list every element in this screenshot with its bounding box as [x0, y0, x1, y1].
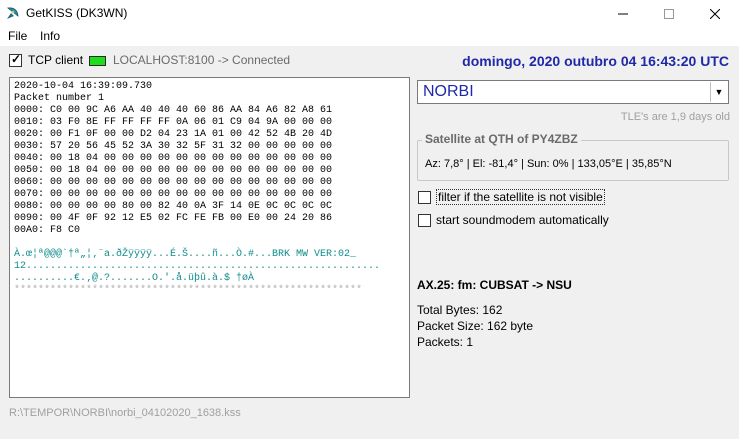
tcp-client-label[interactable]: TCP client — [28, 53, 83, 67]
hexdump-separator: ****************************************… — [14, 285, 363, 296]
minimize-button[interactable] — [600, 0, 646, 27]
qth-position-info: Az: 7,8° | El: -81,4° | Sun: 0% | 133,05… — [425, 158, 672, 170]
satellite-select-value: NORBI — [423, 83, 474, 100]
filter-visible-checkbox[interactable] — [418, 191, 431, 204]
maximize-icon — [664, 8, 674, 19]
filter-visible-label[interactable]: filter if the satellite is not visible — [436, 189, 605, 205]
close-icon — [710, 8, 720, 19]
soundmodem-checkbox[interactable] — [418, 214, 431, 227]
close-button[interactable] — [692, 0, 738, 27]
satellite-select[interactable]: NORBI ▼ — [417, 80, 729, 104]
connection-status-text: LOCALHOST:8100 -> Connected — [113, 53, 291, 67]
menu-file[interactable]: File — [8, 29, 27, 43]
window-title: GetKISS (DK3WN) — [26, 6, 128, 20]
menu-info[interactable]: Info — [40, 29, 60, 43]
total-bytes: Total Bytes: 162 — [417, 303, 503, 317]
hexdump-lines: 0000: C0 00 9C A6 AA 40 40 40 60 86 AA 8… — [14, 105, 333, 236]
packet-count: Packets: 1 — [417, 335, 474, 349]
chevron-down-icon[interactable]: ▼ — [710, 82, 727, 102]
packet-hexdump-panel[interactable]: 2020-10-04 16:39:09.730 Packet number 1 … — [9, 77, 410, 398]
menu-bar: File Info — [0, 27, 739, 46]
title-bar: GetKISS (DK3WN) — [0, 0, 739, 27]
utc-datetime: domingo, 2020 outubro 04 16:43:20 UTC — [462, 53, 729, 69]
minimize-icon — [618, 13, 628, 14]
qth-groupbox-title: Satellite at QTH of PY4ZBZ — [422, 132, 581, 146]
ax25-header: AX.25: fm: CUBSAT -> NSU — [417, 278, 572, 292]
maximize-button[interactable] — [646, 0, 692, 27]
log-file-path: R:\TEMPOR\NORBI\norbi_04102020_1638.kss — [9, 407, 241, 419]
satellite-dish-icon — [6, 7, 19, 19]
connection-status-led — [89, 56, 106, 66]
soundmodem-label[interactable]: start soundmodem automatically — [436, 213, 609, 227]
hexdump-header: 2020-10-04 16:39:09.730 Packet number 1 — [14, 81, 153, 104]
tle-age-text: TLE's are 1,9 days old — [620, 111, 730, 123]
tcp-client-checkbox[interactable] — [9, 52, 22, 67]
packet-size: Packet Size: 162 byte — [417, 319, 534, 333]
hexdump-ascii: À.œ¦ª@@@`†ª„¦‚¨a.ðŽÿÿÿÿ...É.Š....ñ...Ò.#… — [14, 249, 381, 284]
